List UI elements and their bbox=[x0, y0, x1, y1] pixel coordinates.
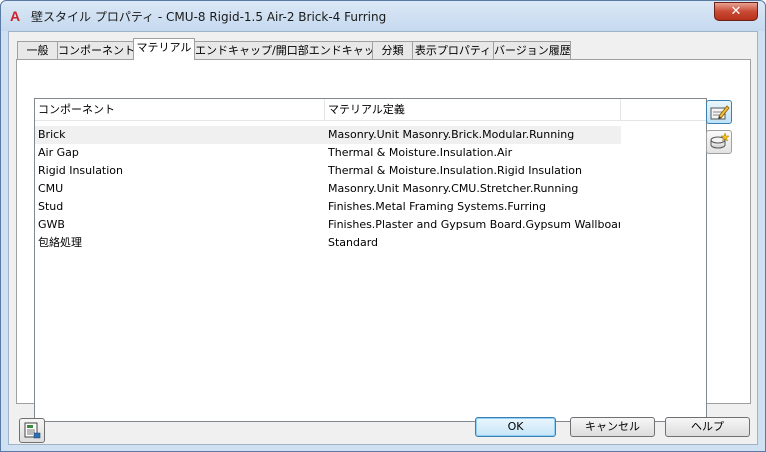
tab-endcaps[interactable]: エンドキャップ/開口部エンドキャップ bbox=[194, 41, 373, 60]
materials-list[interactable]: コンポーネント マテリアル定義 Brick Masonry.Unit Mason… bbox=[34, 98, 707, 422]
column-header-material-definition[interactable]: マテリアル定義 bbox=[325, 99, 621, 121]
table-row[interactable]: Stud Finishes.Metal Framing Systems.Furr… bbox=[35, 198, 621, 216]
tab-display-properties[interactable]: 表示プロパティ bbox=[412, 41, 494, 60]
table-row[interactable]: Air Gap Thermal & Moisture.Insulation.Ai… bbox=[35, 144, 621, 162]
tab-materials[interactable]: マテリアル bbox=[133, 38, 195, 60]
close-icon: ✕ bbox=[730, 4, 742, 19]
table-row[interactable]: GWB Finishes.Plaster and Gypsum Board.Gy… bbox=[35, 216, 621, 234]
dialog-window: A 壁スタイル プロパティ - CMU-8 Rigid-1.5 Air-2 Br… bbox=[0, 0, 766, 452]
component-name: GWB bbox=[38, 218, 65, 231]
list-header: コンポーネント マテリアル定義 bbox=[35, 99, 706, 121]
materials-tab-panel: コンポーネント マテリアル定義 Brick Masonry.Unit Mason… bbox=[16, 59, 751, 422]
material-definition[interactable]: Finishes.Plaster and Gypsum Board.Gypsum… bbox=[328, 216, 620, 234]
component-name: Stud bbox=[38, 200, 64, 213]
help-button[interactable]: ヘルプ bbox=[665, 417, 750, 437]
edit-material-icon bbox=[710, 105, 730, 120]
component-name: Rigid Insulation bbox=[38, 164, 124, 177]
style-browser-button[interactable] bbox=[19, 418, 45, 443]
ok-button[interactable]: OK bbox=[475, 417, 556, 437]
material-definition[interactable]: Masonry.Unit Masonry.Brick.Modular.Runni… bbox=[328, 126, 620, 144]
material-definition[interactable]: Standard bbox=[328, 234, 620, 252]
new-material-button[interactable] bbox=[706, 130, 732, 154]
dialog-client-area: 一般 コンポーネント マテリアル エンドキャップ/開口部エンドキャップ 分類 表… bbox=[8, 31, 758, 445]
component-name: Brick bbox=[38, 128, 66, 141]
component-name: 包絡処理 bbox=[38, 236, 82, 249]
cancel-button[interactable]: キャンセル bbox=[570, 417, 655, 437]
tab-version-history[interactable]: バージョン履歴 bbox=[493, 41, 571, 60]
style-browser-icon bbox=[24, 422, 41, 439]
window-title: 壁スタイル プロパティ - CMU-8 Rigid-1.5 Air-2 Bric… bbox=[31, 10, 387, 24]
material-definition[interactable]: Masonry.Unit Masonry.CMU.Stretcher.Runni… bbox=[328, 180, 620, 198]
table-row[interactable]: CMU Masonry.Unit Masonry.CMU.Stretcher.R… bbox=[35, 180, 621, 198]
material-definition[interactable]: Thermal & Moisture.Insulation.Air bbox=[328, 144, 620, 162]
component-name: CMU bbox=[38, 182, 64, 195]
component-name: Air Gap bbox=[38, 146, 79, 159]
title-bar[interactable]: A 壁スタイル プロパティ - CMU-8 Rigid-1.5 Air-2 Br… bbox=[1, 1, 765, 31]
table-row[interactable]: 包絡処理 Standard bbox=[35, 234, 621, 252]
table-row[interactable]: Brick Masonry.Unit Masonry.Brick.Modular… bbox=[35, 126, 621, 144]
tab-components[interactable]: コンポーネント bbox=[57, 41, 134, 60]
material-definition[interactable]: Thermal & Moisture.Insulation.Rigid Insu… bbox=[328, 162, 620, 180]
tab-classification[interactable]: 分類 bbox=[372, 41, 413, 60]
edit-material-button[interactable] bbox=[706, 100, 732, 124]
close-button[interactable]: ✕ bbox=[714, 2, 758, 21]
material-definition[interactable]: Finishes.Metal Framing Systems.Furring bbox=[328, 198, 620, 216]
table-row[interactable]: Rigid Insulation Thermal & Moisture.Insu… bbox=[35, 162, 621, 180]
tab-general[interactable]: 一般 bbox=[17, 41, 58, 60]
autocad-logo-icon: A bbox=[10, 8, 21, 24]
new-material-icon bbox=[710, 132, 730, 149]
column-header-component[interactable]: コンポーネント bbox=[35, 99, 325, 121]
